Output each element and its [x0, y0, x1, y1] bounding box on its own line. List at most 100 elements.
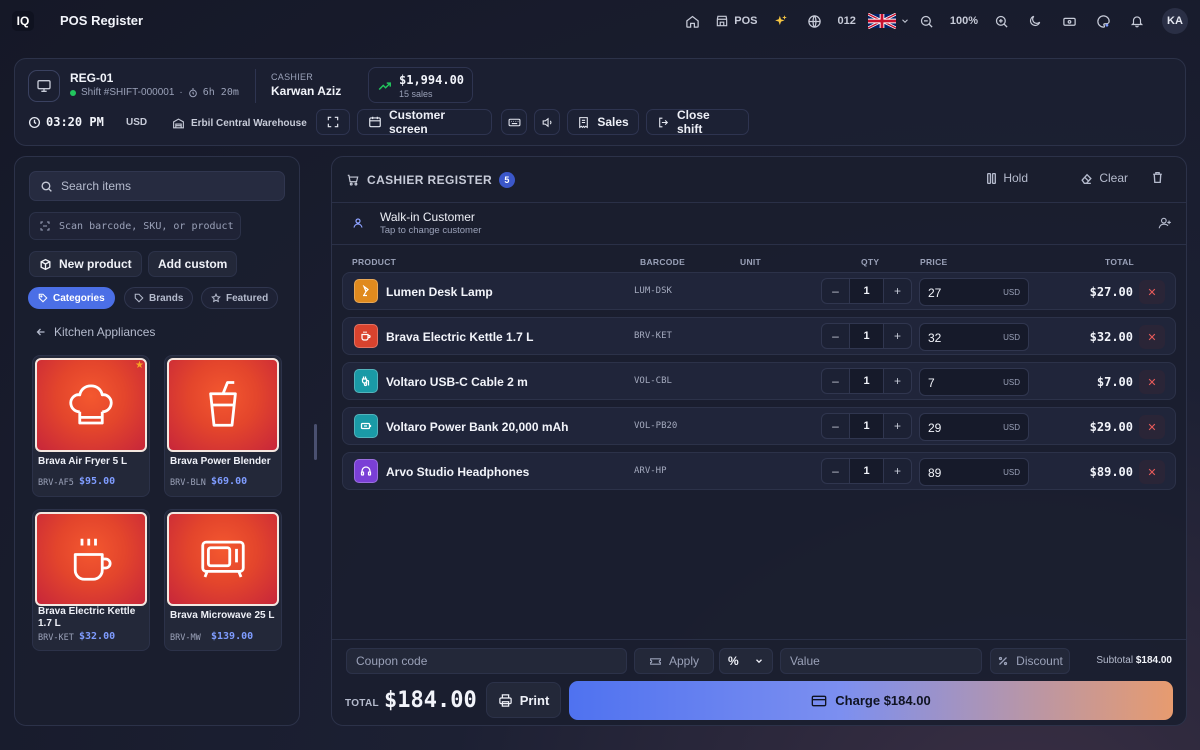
pause-icon: [986, 172, 997, 185]
decrement-button[interactable]: –: [822, 459, 849, 483]
globe-icon[interactable]: [798, 8, 832, 34]
fullscreen-button[interactable]: [316, 109, 350, 135]
price-input[interactable]: 27 USD: [919, 278, 1029, 306]
chip-categories[interactable]: Categories: [28, 287, 115, 309]
customer-selector[interactable]: Walk-in Customer Tap to change customer: [332, 203, 1186, 245]
bell-icon[interactable]: [1120, 8, 1154, 34]
price-input[interactable]: 29 USD: [919, 413, 1029, 441]
scan-input[interactable]: Scan barcode, SKU, or product: [29, 212, 241, 240]
quantity-stepper[interactable]: – 1 +: [821, 458, 912, 484]
currency-label: USD: [126, 117, 148, 128]
remove-item-button[interactable]: ✕: [1139, 280, 1165, 304]
quantity-value[interactable]: 1: [849, 369, 884, 393]
chip-brands[interactable]: Brands: [124, 287, 194, 309]
sparkles-icon[interactable]: [764, 8, 798, 34]
product-card[interactable]: Brava Electric Kettle 1.7 L BRV-KET $32.…: [32, 509, 150, 651]
pos-nav-label: POS: [734, 15, 758, 27]
print-button[interactable]: Print: [486, 682, 561, 718]
cart-item-name: Arvo Studio Headphones: [386, 465, 530, 479]
column-header-qty: QTY: [861, 257, 880, 267]
discount-type-value: %: [728, 654, 739, 668]
remove-item-button[interactable]: ✕: [1139, 415, 1165, 439]
sales-button[interactable]: Sales: [567, 109, 639, 135]
quantity-stepper[interactable]: – 1 +: [821, 368, 912, 394]
decrement-button[interactable]: –: [822, 279, 849, 303]
decrement-button[interactable]: –: [822, 414, 849, 438]
clear-label: Clear: [1099, 171, 1128, 185]
discount-button[interactable]: Discount: [990, 648, 1070, 674]
subtotal-label: Subtotal: [1096, 655, 1134, 666]
quantity-value[interactable]: 1: [849, 459, 884, 483]
quantity-stepper[interactable]: – 1 +: [821, 278, 912, 304]
discount-value-input[interactable]: Value: [780, 648, 982, 674]
increment-button[interactable]: +: [884, 459, 911, 483]
sales-summary[interactable]: $1,994.00 15 sales: [368, 67, 473, 103]
product-image: [35, 358, 147, 452]
price-currency: USD: [1003, 288, 1020, 297]
avatar[interactable]: KA: [1162, 8, 1188, 34]
apply-coupon-button[interactable]: Apply: [634, 648, 714, 674]
increment-button[interactable]: +: [884, 324, 911, 348]
user-icon: [352, 217, 364, 229]
quantity-value[interactable]: 1: [849, 324, 884, 348]
customer-screen-button[interactable]: Customer screen: [357, 108, 492, 136]
discount-type-select[interactable]: %: [719, 648, 773, 674]
chip-featured[interactable]: Featured: [201, 287, 279, 309]
quantity-stepper[interactable]: – 1 +: [821, 323, 912, 349]
home-icon[interactable]: [675, 8, 709, 34]
clear-button[interactable]: Clear: [1080, 171, 1128, 185]
coupon-input[interactable]: Coupon code: [346, 648, 627, 674]
search-input[interactable]: Search items: [29, 171, 285, 201]
product-card[interactable]: ★ Brava Air Fryer 5 L BRV-AF5 $95.00: [32, 355, 150, 497]
warehouse-label[interactable]: Erbil Central Warehouse: [172, 117, 307, 130]
quantity-stepper[interactable]: – 1 +: [821, 413, 912, 439]
price-input[interactable]: 32 USD: [919, 323, 1029, 351]
product-image: [167, 358, 279, 452]
cash-drawer-icon[interactable]: [1052, 8, 1086, 34]
panel-resize-handle[interactable]: [314, 424, 317, 460]
trash-icon[interactable]: [1151, 171, 1164, 184]
clock: 03:20 PM: [28, 115, 104, 129]
decrement-button[interactable]: –: [822, 324, 849, 348]
sound-button[interactable]: [534, 109, 560, 135]
product-price: $32.00: [79, 631, 116, 642]
add-custom-button[interactable]: Add custom: [148, 251, 238, 277]
product-card[interactable]: Brava Power Blender BRV-BLN $69.00: [164, 355, 282, 497]
hold-label: Hold: [1003, 171, 1028, 185]
quantity-value[interactable]: 1: [849, 414, 884, 438]
counter-display[interactable]: 012: [832, 8, 862, 34]
product-price: $95.00: [79, 476, 116, 487]
charge-button[interactable]: Charge $184.00: [569, 681, 1173, 720]
new-product-button[interactable]: New product: [29, 251, 142, 277]
shift-duration: 6h 20m: [202, 87, 239, 98]
zoom-in-icon[interactable]: [984, 8, 1018, 34]
category-back-link[interactable]: Kitchen Appliances: [35, 325, 155, 339]
cashier-name: Karwan Aziz: [271, 84, 342, 98]
catalog-panel: Search items Scan barcode, SKU, or produ…: [14, 156, 300, 726]
product-sku: BRV-KET: [38, 633, 74, 643]
language-selector[interactable]: [862, 8, 910, 34]
star-outline-icon: [211, 293, 221, 303]
remove-item-button[interactable]: ✕: [1139, 460, 1165, 484]
increment-button[interactable]: +: [884, 279, 911, 303]
decrement-button[interactable]: –: [822, 369, 849, 393]
zoom-out-icon[interactable]: [910, 8, 944, 34]
product-card[interactable]: Brava Microwave 25 L BRV-MW $139.00: [164, 509, 282, 651]
app-logo[interactable]: IQ: [12, 11, 34, 31]
palette-icon[interactable]: [1086, 8, 1120, 34]
add-user-icon[interactable]: [1158, 216, 1172, 230]
quantity-value[interactable]: 1: [849, 279, 884, 303]
subtotal-value: $184.00: [1135, 655, 1172, 666]
increment-button[interactable]: +: [884, 369, 911, 393]
hold-button[interactable]: Hold: [986, 171, 1028, 185]
price-input[interactable]: 7 USD: [919, 368, 1029, 396]
keyboard-button[interactable]: [501, 109, 527, 135]
remove-item-button[interactable]: ✕: [1139, 325, 1165, 349]
remove-item-button[interactable]: ✕: [1139, 370, 1165, 394]
pos-nav-button[interactable]: POS: [709, 8, 763, 34]
increment-button[interactable]: +: [884, 414, 911, 438]
cashier-label: CASHIER: [271, 72, 314, 82]
price-input[interactable]: 89 USD: [919, 458, 1029, 486]
close-shift-button[interactable]: Close shift: [646, 108, 749, 136]
moon-icon[interactable]: [1018, 8, 1052, 34]
